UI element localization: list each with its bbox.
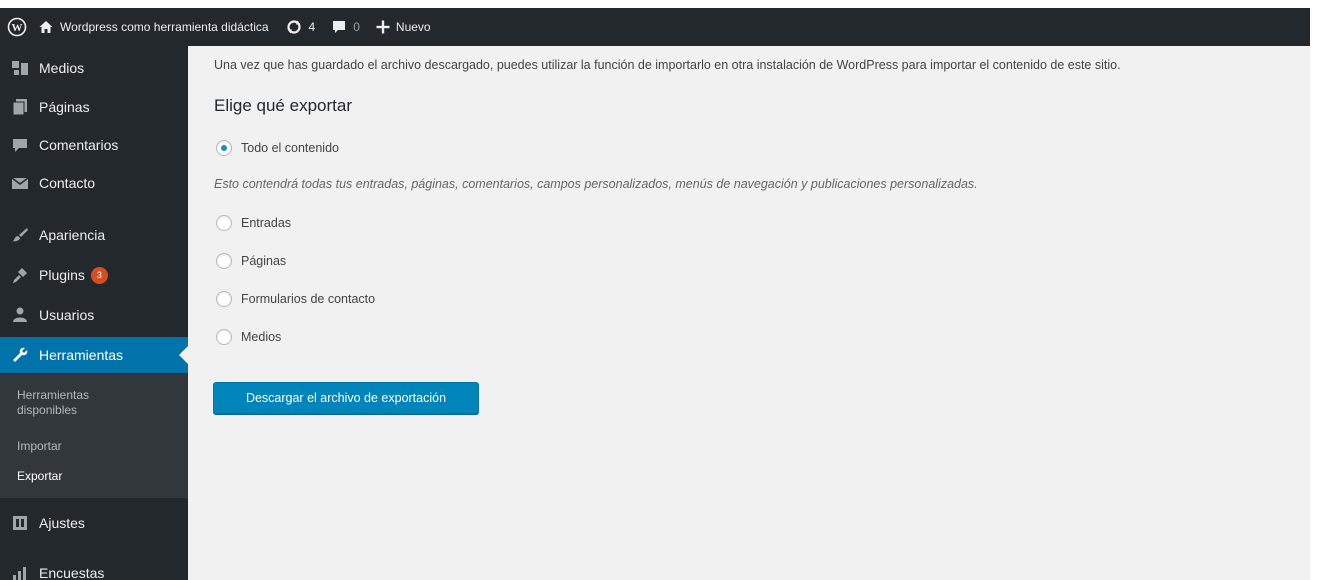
site-name-link[interactable]: Wordpress como herramienta didáctica	[34, 8, 277, 46]
site-name: Wordpress como herramienta didáctica	[60, 20, 269, 34]
page-heading: Elige qué exportar	[214, 96, 352, 115]
plugins-update-badge: 3	[90, 266, 108, 284]
option-medios[interactable]: Medios	[216, 329, 281, 345]
option-label: Todo el contenido	[241, 141, 339, 155]
main-content: Una vez que has guardado el archivo desc…	[188, 46, 1310, 580]
admin-bar: W Wordpress como herramienta didáctica 4…	[0, 8, 1310, 46]
sidebar-item-label: Páginas	[39, 99, 90, 115]
tools-submenu: Herramientas disponibles Importar Export…	[0, 374, 188, 498]
pages-icon	[10, 97, 30, 117]
comments-count: 0	[353, 20, 360, 34]
option-todo-el-contenido[interactable]: Todo el contenido	[216, 140, 339, 156]
sidebar-item-apariencia[interactable]: Apariencia	[0, 217, 188, 253]
sidebar-item-comentarios[interactable]: Comentarios	[0, 127, 188, 163]
download-export-button[interactable]: Descargar el archivo de exportación	[213, 382, 479, 414]
option-label: Medios	[241, 330, 282, 344]
wp-admin-screen: W Wordpress como herramienta didáctica 4…	[0, 0, 1310, 580]
settings-icon	[10, 513, 30, 533]
option-label: Formularios de contacto	[241, 292, 376, 306]
submenu-item-importar[interactable]: Importar	[17, 439, 62, 454]
sidebar-item-label: Contacto	[39, 175, 96, 191]
sidebar-item-encuestas[interactable]: Encuestas	[0, 555, 188, 580]
sidebar-item-label: Encuestas	[39, 565, 105, 580]
comment-bubble-icon	[331, 19, 347, 35]
comments-link[interactable]: 0	[323, 8, 368, 46]
top-margin	[0, 0, 1310, 8]
active-menu-arrow	[179, 346, 188, 364]
radio-button[interactable]	[216, 329, 232, 345]
plugin-icon	[10, 265, 30, 285]
sidebar-item-paginas[interactable]: Páginas	[0, 89, 188, 125]
all-content-description: Esto contendrá todas tus entradas, págin…	[214, 177, 978, 191]
radio-button[interactable]	[216, 291, 232, 307]
radio-button-checked[interactable]	[216, 140, 232, 156]
admin-sidebar: Medios Páginas Comentarios Contacto Apar	[0, 46, 188, 580]
submenu-item-exportar[interactable]: Exportar	[17, 469, 62, 484]
comments-icon	[10, 135, 30, 155]
option-paginas[interactable]: Páginas	[216, 253, 286, 269]
sidebar-item-label: Usuarios	[39, 307, 95, 323]
sidebar-item-label: Ajustes	[39, 515, 85, 531]
sidebar-item-label: Plugins	[39, 267, 85, 283]
submenu-item-herramientas-disponibles[interactable]: Herramientas disponibles	[17, 388, 89, 418]
sidebar-item-label: Apariencia	[39, 227, 106, 243]
right-margin	[1310, 0, 1319, 580]
mail-icon	[10, 173, 30, 193]
updates-icon	[285, 18, 303, 36]
chart-bars-icon	[10, 563, 30, 580]
updates-count: 4	[308, 20, 316, 34]
svg-text:W: W	[12, 22, 23, 34]
plus-icon	[376, 20, 390, 34]
option-entradas[interactable]: Entradas	[216, 215, 291, 231]
export-intro-text: Una vez que has guardado el archivo desc…	[214, 58, 1121, 72]
sidebar-item-ajustes[interactable]: Ajustes	[0, 505, 188, 541]
sidebar-item-plugins[interactable]: Plugins 3	[0, 257, 188, 293]
radio-button[interactable]	[216, 215, 232, 231]
updates-link[interactable]: 4	[277, 8, 324, 46]
wrench-icon	[10, 345, 30, 365]
sidebar-item-label: Herramientas	[39, 347, 124, 363]
wordpress-logo-icon[interactable]: W	[0, 8, 34, 46]
paintbrush-icon	[10, 225, 30, 245]
new-label: Nuevo	[395, 20, 431, 34]
home-icon	[38, 19, 54, 35]
sidebar-item-contacto[interactable]: Contacto	[0, 165, 188, 201]
sidebar-item-herramientas[interactable]: Herramientas	[0, 337, 188, 373]
media-icon	[10, 58, 30, 78]
sidebar-item-label: Comentarios	[39, 137, 119, 153]
sidebar-item-medios[interactable]: Medios	[0, 50, 188, 86]
sidebar-item-label: Medios	[39, 60, 85, 76]
option-formularios-de-contacto[interactable]: Formularios de contacto	[216, 291, 375, 307]
option-label: Entradas	[241, 216, 292, 230]
users-icon	[10, 305, 30, 325]
new-content-link[interactable]: Nuevo	[368, 8, 439, 46]
option-label: Páginas	[241, 254, 287, 268]
radio-button[interactable]	[216, 253, 232, 269]
sidebar-item-usuarios[interactable]: Usuarios	[0, 297, 188, 333]
